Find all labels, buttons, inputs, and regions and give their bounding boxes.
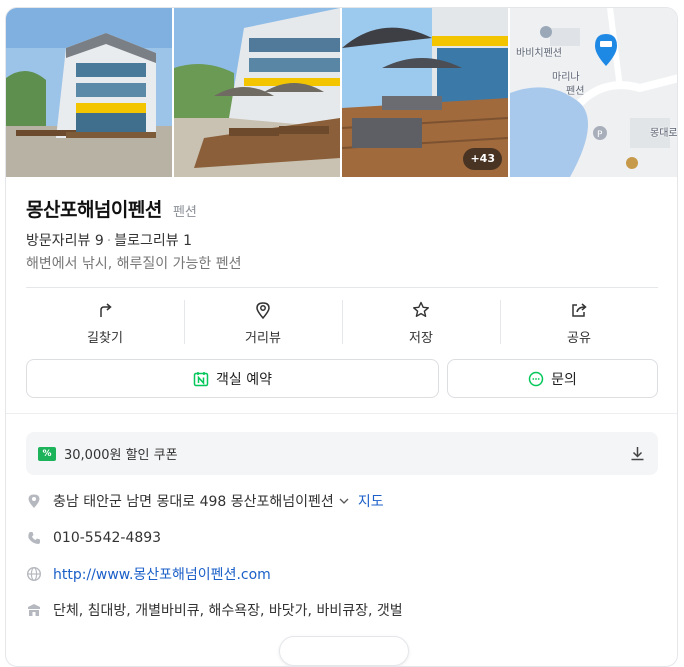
place-card: +43 P 바비치펜션 마리나 펜션 몽대로 몽산포해넘이펜션 펜션 방문자리뷰…	[5, 7, 678, 667]
save-button[interactable]: 저장	[342, 296, 500, 348]
save-label: 저장	[409, 331, 433, 346]
place-category: 펜션	[172, 205, 197, 220]
action-row: 길찾기 거리뷰 저장 공유	[26, 296, 658, 348]
map-label-1: 바비치펜션	[516, 48, 562, 59]
map-label-4: 몽대로	[650, 128, 678, 139]
photo-building-exterior[interactable]	[6, 8, 172, 177]
street-view-label: 거리뷰	[245, 331, 281, 346]
visitor-reviews-link[interactable]: 방문자리뷰 9	[26, 233, 104, 249]
phone-row: 010-5542-4893	[26, 527, 666, 549]
address-text: 충남 태안군 남면 몽대로 498 몽산포해넘이펜션	[53, 494, 334, 510]
inquiry-button[interactable]: 문의	[447, 359, 658, 398]
place-description: 해변에서 낚시, 해루질이 가능한 펜션	[26, 256, 242, 272]
photo-strip: +43 P 바비치펜션 마리나 펜션 몽대로	[6, 8, 678, 177]
map-label-2: 마리나	[552, 72, 580, 83]
address-row: 충남 태안군 남면 몽대로 498 몽산포해넘이펜션 지도	[26, 490, 666, 512]
blog-reviews-link[interactable]: 블로그리뷰 1	[114, 233, 192, 249]
map-link[interactable]: 지도	[358, 491, 384, 511]
more-photos-badge[interactable]: +43	[463, 148, 502, 170]
room-reservation-button[interactable]: 객실 예약	[26, 359, 439, 398]
street-view-icon	[256, 302, 270, 320]
talk-bubble-icon	[528, 371, 544, 386]
street-view-button[interactable]: 거리뷰	[184, 296, 342, 348]
separator-dot: ·	[106, 233, 112, 249]
directions-label: 길찾기	[87, 331, 123, 346]
inquiry-label: 문의	[551, 371, 577, 388]
globe-icon	[26, 566, 42, 582]
website-link[interactable]: http://www.몽산포해넘이펜션.com	[53, 564, 271, 584]
directions-button[interactable]: 길찾기	[26, 296, 184, 348]
directions-icon	[100, 303, 112, 317]
coupon-icon: %	[38, 446, 56, 461]
star-icon	[413, 301, 429, 317]
divider	[26, 287, 658, 288]
amenities-icon	[28, 604, 40, 616]
naver-booking-icon	[193, 371, 209, 386]
photo-deck-view[interactable]	[174, 8, 340, 177]
location-pin-icon	[28, 494, 40, 508]
map-label-3: 펜션	[566, 86, 585, 97]
amenities-row: 단체, 침대방, 개별바비큐, 해수욕장, 바닷가, 바비큐장, 갯벌	[26, 599, 666, 621]
section-divider	[6, 413, 677, 414]
svg-text:P: P	[597, 130, 603, 140]
phone-number[interactable]: 010-5542-4893	[53, 530, 161, 546]
review-row: 방문자리뷰 9 · 블로그리뷰 1	[26, 230, 192, 250]
website-row: http://www.몽산포해넘이펜션.com	[26, 563, 666, 585]
title-row: 몽산포해넘이펜션 펜션	[26, 195, 197, 222]
place-name: 몽산포해넘이펜션	[26, 199, 162, 221]
more-info-button[interactable]	[279, 636, 409, 666]
coupon-banner[interactable]: % 30,000원 할인 쿠폰	[26, 432, 658, 475]
phone-icon	[28, 532, 40, 544]
share-button[interactable]: 공유	[500, 296, 658, 348]
download-icon[interactable]	[629, 445, 646, 462]
room-reservation-label: 객실 예약	[216, 371, 272, 388]
coupon-text: 30,000원 할인 쿠폰	[64, 448, 178, 463]
photo-mini-map[interactable]: P 바비치펜션 마리나 펜션 몽대로	[510, 8, 678, 177]
share-label: 공유	[567, 331, 591, 346]
address-expand-toggle[interactable]	[338, 495, 350, 507]
photo-terrace-umbrellas[interactable]: +43	[342, 8, 508, 177]
amenities-text: 단체, 침대방, 개별바비큐, 해수욕장, 바닷가, 바비큐장, 갯벌	[53, 603, 403, 619]
share-icon	[572, 303, 587, 317]
chevron-down-icon	[339, 498, 349, 504]
